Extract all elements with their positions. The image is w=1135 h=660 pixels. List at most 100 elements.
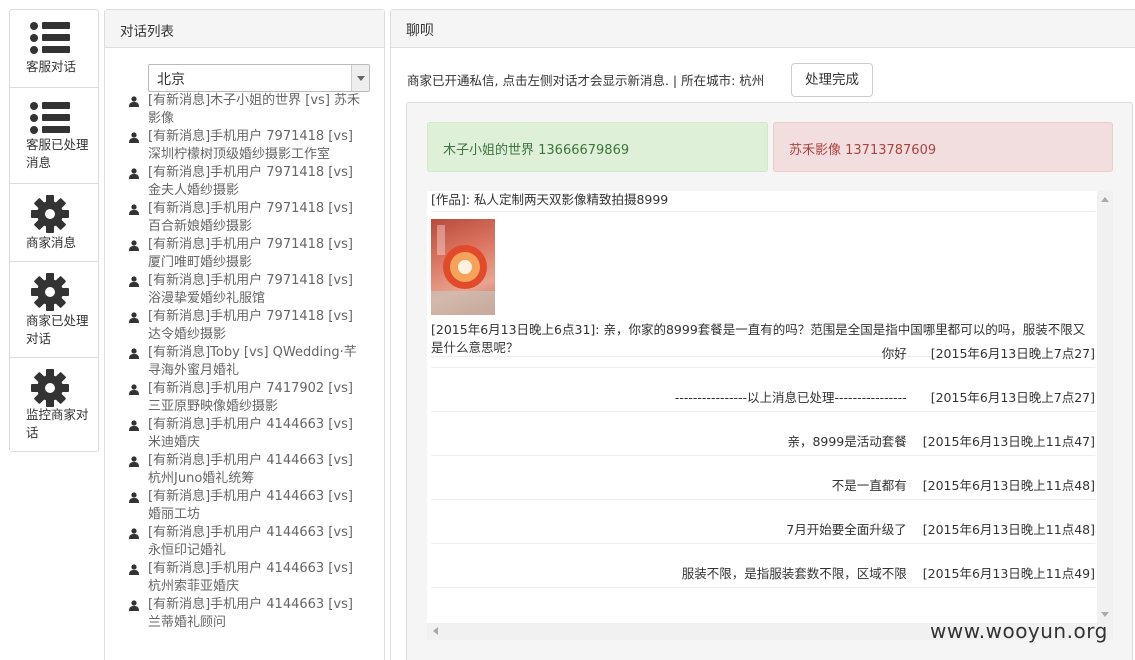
- chevron-down-icon[interactable]: [351, 65, 369, 91]
- reply-time: [2015年6月13日晚上7点27]: [930, 346, 1095, 361]
- message-divider: [431, 367, 1095, 368]
- list-item[interactable]: [有新消息]手机用户 7971418 [vs] 达令婚纱摄影: [127, 308, 377, 344]
- list-item-line2: 婚丽工坊: [148, 507, 201, 522]
- message-divider: [431, 499, 1095, 500]
- list-item-line1: [有新消息]手机用户 4144663 [vs]: [148, 561, 353, 576]
- list-item-line1: [有新消息]手机用户 4144663 [vs]: [148, 489, 353, 504]
- list-item[interactable]: [有新消息]木子小姐的世界 [vs] 苏禾 影像: [127, 92, 377, 128]
- reply-text: 7月开始要全面升级了: [786, 522, 907, 537]
- notice-text: 商家已开通私信, 点击左侧对话才会显示新消息. | 所在城市: 杭州: [407, 73, 765, 88]
- panel-title: 对话列表: [105, 10, 384, 48]
- message-area[interactable]: [作品]: 私人定制两天双影像精致拍摄8999 [2015年6月13日晚上6点3…: [427, 191, 1113, 623]
- list-item-line1: [有新消息]手机用户 4144663 [vs]: [148, 453, 353, 468]
- user-icon: [129, 240, 139, 251]
- watermark-text: www.wooyun.org: [930, 619, 1108, 643]
- user-icon: [129, 528, 139, 539]
- message-divider: [431, 411, 1095, 412]
- reply-time: [2015年6月13日晚上7点27]: [930, 390, 1095, 405]
- list-item[interactable]: [有新消息]手机用户 7971418 [vs] 深圳柠檬树顶级婚纱摄影工作室: [127, 128, 377, 164]
- list-item-line1: [有新消息]手机用户 7971418 [vs]: [148, 201, 353, 216]
- chat-box: 木子小姐的世界 13666679869 苏禾影像 13713787609 [作品…: [406, 102, 1133, 660]
- list-item[interactable]: [有新消息]手机用户 7971418 [vs] 金夫人婚纱摄影: [127, 164, 377, 200]
- list-item-line2: 达令婚纱摄影: [148, 327, 227, 342]
- reply-text: ----------------以上消息已处理----------------: [674, 390, 907, 405]
- vertical-scrollbar[interactable]: [1097, 191, 1113, 623]
- list-item-line1: [有新消息]手机用户 4144663 [vs]: [148, 597, 353, 612]
- sidebar-item-label: 监控商家对话: [26, 407, 89, 440]
- user-icon: [129, 492, 139, 503]
- list-icon: [30, 22, 70, 54]
- user-icon: [129, 420, 139, 431]
- scroll-up-icon[interactable]: [1101, 197, 1109, 202]
- sidebar-item-label: 客服已处理消息: [26, 137, 89, 170]
- list-item[interactable]: [有新消息]手机用户 7971418 [vs] 浴漫挚爱婚纱礼服馆: [127, 272, 377, 308]
- list-item-line2: 厦门唯町婚纱摄影: [148, 255, 253, 270]
- reply-message: ----------------以上消息已处理---------------- […: [675, 387, 1095, 406]
- sidebar-item-merchant-messages[interactable]: 商家消息: [10, 184, 98, 262]
- list-item-line1: [有新消息]手机用户 7971418 [vs]: [148, 273, 353, 288]
- user-icon: [129, 276, 139, 287]
- gear-icon: [31, 273, 69, 311]
- list-item[interactable]: [有新消息]手机用户 7971418 [vs] 百合新娘婚纱摄影: [127, 200, 377, 236]
- conversation-list: [有新消息]木子小姐的世界 [vs] 苏禾 影像 [有新消息]手机用户 797141…: [127, 92, 377, 632]
- chat-title: 聊呗: [391, 10, 1135, 48]
- list-item[interactable]: [有新消息]手机用户 4144663 [vs] 永恒印记婚礼: [127, 524, 377, 560]
- main-sidebar: 客服对话 客服已处理消息 商家消息 商家已处理对话 监控商家对话: [9, 9, 99, 452]
- list-item-line2: 百合新娘婚纱摄影: [148, 219, 253, 234]
- message-divider: [431, 543, 1095, 544]
- chat-panel: 聊呗 商家已开通私信, 点击左侧对话才会显示新消息. | 所在城市: 杭州 处理…: [390, 9, 1135, 660]
- user-icon: [129, 204, 139, 215]
- reply-time: [2015年6月13日晚上11点49]: [922, 566, 1095, 581]
- reply-message: 服装不限，是指服装套数不限，区域不限 [2015年6月13日晚上11点49]: [682, 563, 1095, 582]
- sidebar-item-label: 商家已处理对话: [26, 313, 89, 346]
- gear-icon: [31, 195, 69, 233]
- message-divider: [431, 455, 1095, 456]
- sidebar-item-monitor-merchant[interactable]: 监控商家对话: [10, 358, 98, 452]
- product-line: [作品]: 私人定制两天双影像精致拍摄8999: [431, 191, 1095, 212]
- list-item[interactable]: [有新消息]手机用户 4144663 [vs] 兰蒂婚礼顾问: [127, 596, 377, 632]
- list-item-line2: 杭州索菲亚婚庆: [148, 579, 240, 594]
- reply-text: 服装不限，是指服装套数不限，区域不限: [681, 566, 907, 581]
- product-image[interactable]: [431, 219, 495, 315]
- sidebar-item-merchant-handled[interactable]: 商家已处理对话: [10, 262, 98, 358]
- list-item-line1: [有新消息]手机用户 7971418 [vs]: [148, 129, 353, 144]
- list-item-line2: 影像: [148, 111, 175, 126]
- user-icon: [129, 564, 139, 575]
- reply-message: 不是一直都有 [2015年6月13日晚上11点48]: [832, 475, 1095, 494]
- sidebar-item-customer-handled[interactable]: 客服已处理消息: [10, 88, 98, 184]
- sidebar-item-label: 商家消息: [26, 235, 77, 250]
- reply-message: 你好 [2015年6月13日晚上7点27]: [882, 343, 1095, 362]
- list-item[interactable]: [有新消息]手机用户 7417902 [vs] 三亚原野映像婚纱摄影: [127, 380, 377, 416]
- reply-time: [2015年6月13日晚上11点47]: [922, 434, 1095, 449]
- list-item-line1: [有新消息]Toby [vs] QWedding·芊: [148, 345, 357, 360]
- list-item[interactable]: [有新消息]手机用户 4144663 [vs] 杭州Juno婚礼统筹: [127, 452, 377, 488]
- list-item[interactable]: [有新消息]手机用户 4144663 [vs] 婚丽工坊: [127, 488, 377, 524]
- scroll-left-icon[interactable]: [433, 627, 438, 635]
- list-item-line2: 深圳柠檬树顶级婚纱摄影工作室: [148, 147, 331, 162]
- list-item-line2: 兰蒂婚礼顾问: [148, 615, 227, 630]
- list-item[interactable]: [有新消息]手机用户 4144663 [vs] 米迪婚庆: [127, 416, 377, 452]
- list-item-line2: 金夫人婚纱摄影: [148, 183, 240, 198]
- done-button[interactable]: 处理完成: [791, 63, 873, 97]
- list-item-line2: 三亚原野映像婚纱摄影: [148, 399, 279, 414]
- scroll-down-icon[interactable]: [1101, 612, 1109, 617]
- sidebar-item-label: 客服对话: [26, 59, 77, 74]
- list-item[interactable]: [有新消息]手机用户 4144663 [vs] 杭州索菲亚婚庆: [127, 560, 377, 596]
- reply-time: [2015年6月13日晚上11点48]: [922, 522, 1095, 537]
- list-item-line1: [有新消息]手机用户 7971418 [vs]: [148, 309, 353, 324]
- user-icon: [129, 132, 139, 143]
- list-item-line1: [有新消息]手机用户 7971418 [vs]: [148, 237, 353, 252]
- reply-message: 亲，8999是活动套餐 [2015年6月13日晚上11点47]: [787, 431, 1095, 450]
- city-select[interactable]: 北京: [148, 64, 370, 92]
- list-item-line1: [有新消息]手机用户 7417902 [vs]: [148, 381, 353, 396]
- user-icon: [129, 96, 139, 107]
- user-icon: [129, 168, 139, 179]
- user-icon: [129, 456, 139, 467]
- sidebar-item-customer-chat[interactable]: 客服对话: [10, 10, 98, 88]
- list-icon: [30, 102, 70, 134]
- list-item[interactable]: [有新消息]手机用户 7971418 [vs] 厦门唯町婚纱摄影: [127, 236, 377, 272]
- user-icon: [129, 312, 139, 323]
- list-item-line2: 永恒印记婚礼: [148, 543, 227, 558]
- list-item[interactable]: [有新消息]Toby [vs] QWedding·芊 寻海外蜜月婚礼: [127, 344, 377, 380]
- reply-text: 亲，8999是活动套餐: [787, 434, 907, 449]
